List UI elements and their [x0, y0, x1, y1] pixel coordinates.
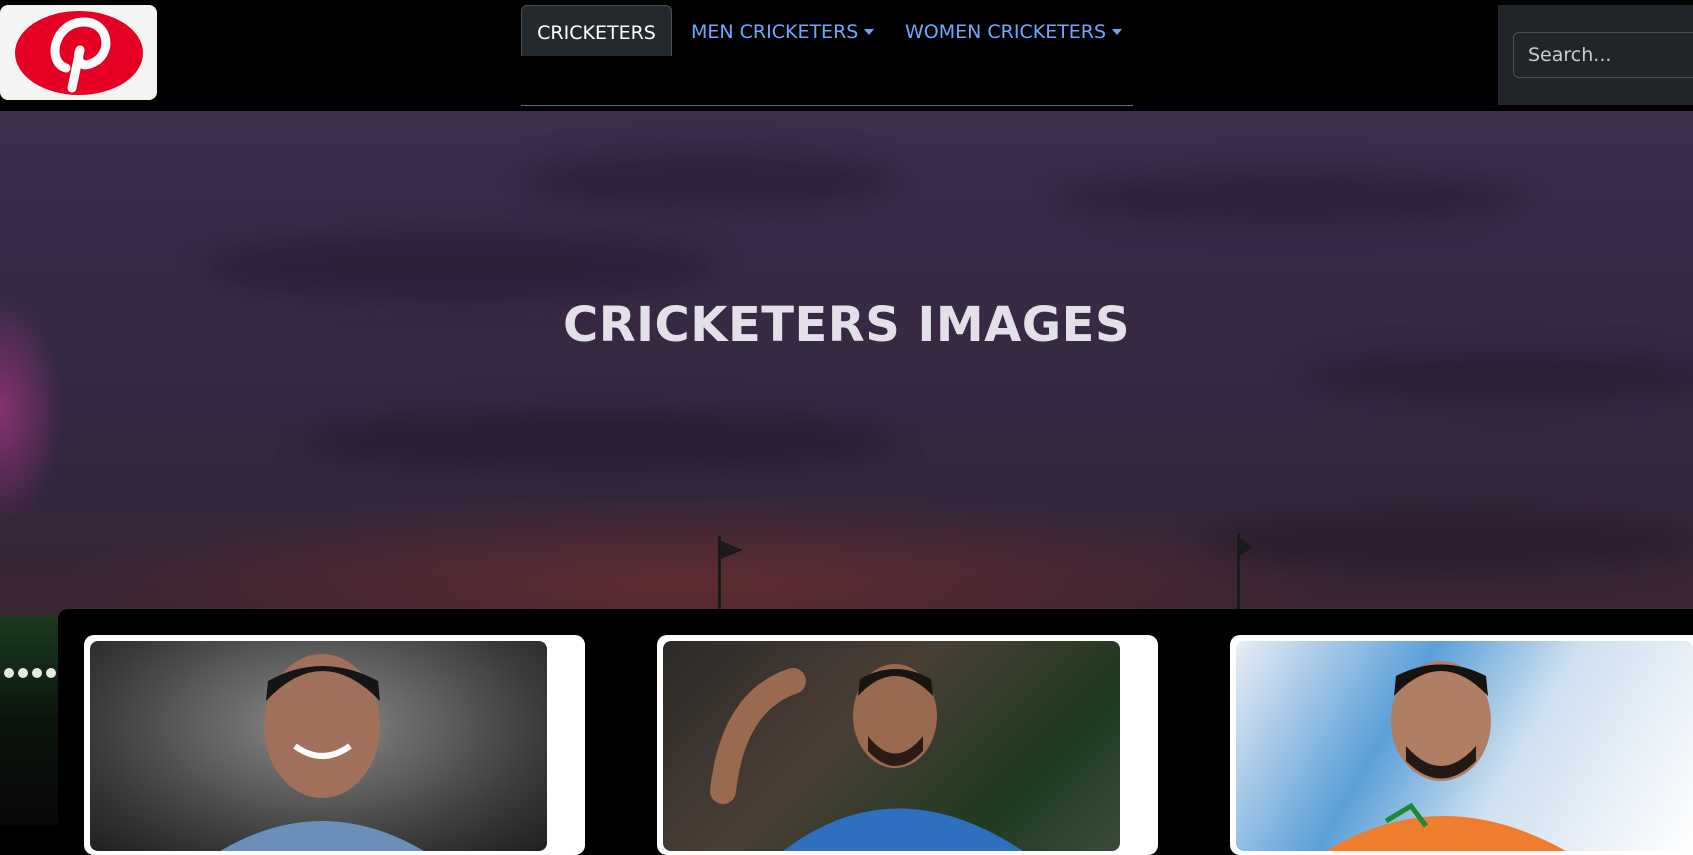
cricketer-image[interactable] — [663, 641, 1120, 851]
brand-logo[interactable] — [0, 5, 157, 100]
stadium-light — [46, 668, 56, 678]
flag — [1240, 538, 1252, 556]
cricketer-photo-image — [710, 664, 1023, 851]
tab-women-cricketers-label: WOMEN CRICKETERS — [905, 21, 1107, 43]
tab-cricketers[interactable]: CRICKETERS — [521, 5, 672, 56]
cricketer-image[interactable] — [1236, 641, 1693, 851]
sky-cloud — [520, 151, 900, 211]
nav-tabs: CRICKETERS MEN CRICKETERS WOMEN CRICKETE… — [521, 5, 1133, 106]
cricketer-card[interactable] — [84, 635, 585, 855]
sky-cloud — [300, 411, 900, 471]
stadium-light — [18, 668, 28, 678]
caret-down-icon — [864, 29, 875, 35]
tab-men-cricketers-label: MEN CRICKETERS — [691, 21, 859, 43]
tab-women-cricketers[interactable]: WOMEN CRICKETERS — [905, 5, 1123, 55]
tab-cricketers-label: CRICKETERS — [537, 22, 656, 44]
flag — [721, 541, 743, 559]
cricketer-card[interactable] — [657, 635, 1158, 855]
tab-men-cricketers[interactable]: MEN CRICKETERS — [691, 5, 875, 55]
stadium-stand — [0, 616, 60, 825]
sky-cloud — [1200, 511, 1693, 571]
search-input[interactable] — [1513, 32, 1693, 78]
stadium-light — [4, 668, 14, 678]
pinterest-logo-icon — [14, 10, 143, 95]
sky-cloud — [200, 231, 720, 301]
stadium-light — [32, 668, 42, 678]
sky-cloud — [1300, 351, 1693, 401]
hero-title: CRICKETERS IMAGES — [562, 297, 1131, 353]
cricketer-photo-image — [220, 654, 424, 851]
cricketer-photo-image — [1326, 661, 1566, 851]
cricketer-image[interactable] — [90, 641, 547, 851]
navbar: CRICKETERS MEN CRICKETERS WOMEN CRICKETE… — [0, 0, 1693, 111]
sky-cloud — [1050, 171, 1530, 226]
search-form — [1498, 5, 1693, 105]
cricketer-card[interactable] — [1230, 635, 1693, 855]
caret-down-icon — [1112, 29, 1123, 35]
